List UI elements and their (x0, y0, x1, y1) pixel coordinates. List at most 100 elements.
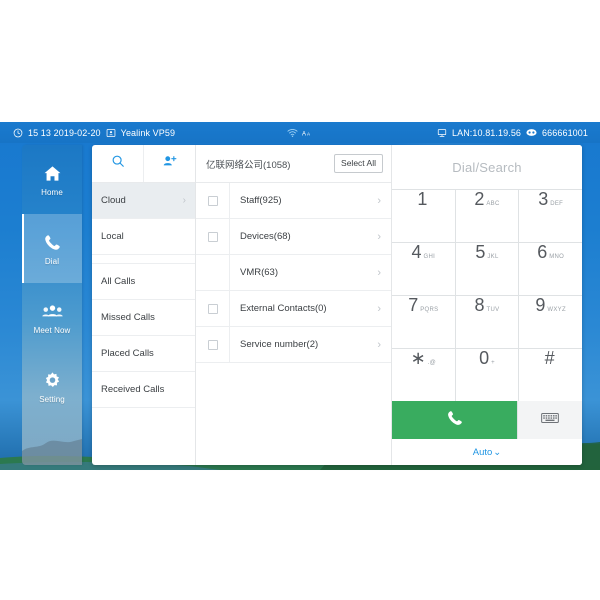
key-4-letters: GHI (423, 254, 436, 260)
group-row-vmr[interactable]: VMR(63) › (196, 255, 391, 291)
navrail-hills (22, 439, 82, 465)
group-checkbox-cell[interactable] (196, 183, 230, 218)
key-star-letters: .@ (427, 360, 437, 366)
key-8-digit: 8 (474, 295, 485, 315)
key-star-digit: ∗ (410, 348, 426, 368)
group-row-devices[interactable]: Devices(68) › (196, 219, 391, 255)
key-0-digit: 0 (479, 348, 490, 368)
group-row-service-number-label: Service number(2) (240, 339, 319, 350)
category-item-local[interactable]: Local (92, 219, 195, 255)
home-icon (43, 162, 62, 184)
key-8-letters: TUV (486, 307, 500, 313)
search-button[interactable] (92, 145, 143, 182)
key-0[interactable]: 0 + (455, 348, 519, 401)
sidebar-item-dial[interactable]: Dial (22, 214, 82, 283)
category-item-cloud-label: Cloud (101, 195, 126, 206)
sidebar-item-setting[interactable]: Setting (22, 352, 82, 421)
key-0-letters: + (491, 360, 495, 366)
category-item-received-calls[interactable]: Received Calls (92, 372, 195, 408)
dial-mode-label: Auto (472, 446, 493, 458)
group-row-staff-label: Staff(925) (240, 195, 282, 206)
category-item-all-calls[interactable]: All Calls (92, 264, 195, 300)
key-4[interactable]: 4 GHI (392, 243, 455, 295)
key-7-digit: 7 (408, 295, 419, 315)
wifi-icon (287, 128, 298, 138)
key-2-letters: ABC (486, 201, 500, 207)
checkbox-icon[interactable] (207, 195, 218, 206)
category-item-missed-calls-label: Missed Calls (101, 312, 155, 323)
key-1[interactable]: 1 (392, 190, 455, 242)
gear-icon (43, 369, 62, 391)
group-row-devices-label: Devices(68) (240, 231, 291, 242)
key-star[interactable]: ∗ .@ (392, 349, 455, 401)
sidebar-item-setting-label: Setting (39, 395, 65, 404)
sidebar-item-meet-now[interactable]: Meet Now (22, 283, 82, 352)
status-bar: 15 13 2019-02-20 Yealink VP59 A A LAN:10… (0, 122, 600, 143)
group-icon (41, 300, 63, 322)
category-item-cloud[interactable]: Cloud › (92, 183, 195, 219)
phone-icon (446, 409, 464, 432)
main-panel: Cloud › Local All Calls Missed Calls Pla… (92, 145, 582, 465)
category-item-missed-calls[interactable]: Missed Calls (92, 300, 195, 336)
search-icon (111, 154, 125, 173)
group-row-service-number[interactable]: Service number(2) › (196, 327, 391, 363)
key-2[interactable]: 2 ABC (455, 189, 519, 242)
dial-mode-row: Auto ⌄ (392, 439, 582, 465)
dial-search-input[interactable]: Dial/Search (392, 145, 582, 189)
group-checkbox-cell[interactable] (196, 219, 230, 254)
group-row-staff[interactable]: Staff(925) › (196, 183, 391, 219)
chevron-right-icon[interactable]: › (377, 339, 391, 351)
key-6[interactable]: 6 MNO (519, 243, 582, 295)
chevron-right-icon[interactable]: › (377, 195, 391, 207)
checkbox-icon[interactable] (207, 303, 218, 314)
sip-account-icon (526, 128, 537, 137)
key-3-digit: 3 (538, 189, 549, 209)
key-2-digit: 2 (474, 189, 485, 209)
keyboard-button[interactable] (518, 401, 582, 439)
sidebar-item-dial-label: Dial (44, 257, 60, 266)
key-8[interactable]: 8 TUV (455, 295, 519, 348)
svg-text:A: A (302, 131, 306, 137)
sidebar-item-home-label: Home (41, 188, 63, 197)
status-bar-center: A A (287, 128, 313, 138)
contact-card-icon (106, 128, 116, 138)
sidebar-item-home[interactable]: Home (22, 145, 82, 214)
key-9[interactable]: 9 WXYZ (519, 296, 582, 348)
key-5-letters: JKL (487, 254, 499, 260)
key-hash[interactable]: # (519, 349, 582, 401)
category-separator (92, 255, 195, 264)
category-item-all-calls-label: All Calls (101, 276, 136, 287)
key-1-digit: 1 (417, 189, 428, 209)
key-hash-digit: # (544, 348, 555, 368)
clock-icon (13, 128, 23, 138)
category-item-placed-calls[interactable]: Placed Calls (92, 336, 195, 372)
key-3-letters: DEF (550, 201, 564, 207)
group-row-external-contacts-label: External Contacts(0) (240, 303, 327, 314)
add-contact-button[interactable] (143, 145, 195, 182)
font-size-icon: A A (302, 128, 313, 138)
dialpad-column: Dial/Search 1 2 ABC 3 DEF 4 GHI 5 JKL 6 … (392, 145, 582, 465)
keyboard-icon (541, 411, 559, 430)
key-6-digit: 6 (537, 242, 548, 262)
group-checkbox-cell[interactable] (196, 291, 230, 326)
select-all-button[interactable]: Select All (334, 154, 383, 173)
chevron-right-icon[interactable]: › (377, 267, 391, 279)
add-contact-icon (162, 154, 177, 173)
call-button[interactable] (392, 401, 517, 439)
category-item-received-calls-label: Received Calls (101, 384, 165, 395)
group-row-external-contacts[interactable]: External Contacts(0) › (196, 291, 391, 327)
dialpad-action-row (392, 401, 582, 439)
group-checkbox-cell[interactable] (196, 327, 230, 362)
navigation-rail: Home Dial Meet Now Setting (22, 145, 82, 465)
group-checkbox-cell-empty (196, 255, 230, 290)
dial-mode-selector[interactable]: Auto ⌄ (473, 447, 502, 458)
chevron-right-icon[interactable]: › (377, 303, 391, 315)
chevron-right-icon[interactable]: › (377, 231, 391, 243)
key-3[interactable]: 3 DEF (519, 190, 582, 242)
checkbox-icon[interactable] (207, 231, 218, 242)
key-5[interactable]: 5 JKL (455, 243, 519, 295)
key-7-letters: PQRS (420, 307, 439, 313)
checkbox-icon[interactable] (207, 339, 218, 350)
lan-icon (437, 128, 447, 138)
key-7[interactable]: 7 PQRS (392, 296, 455, 348)
